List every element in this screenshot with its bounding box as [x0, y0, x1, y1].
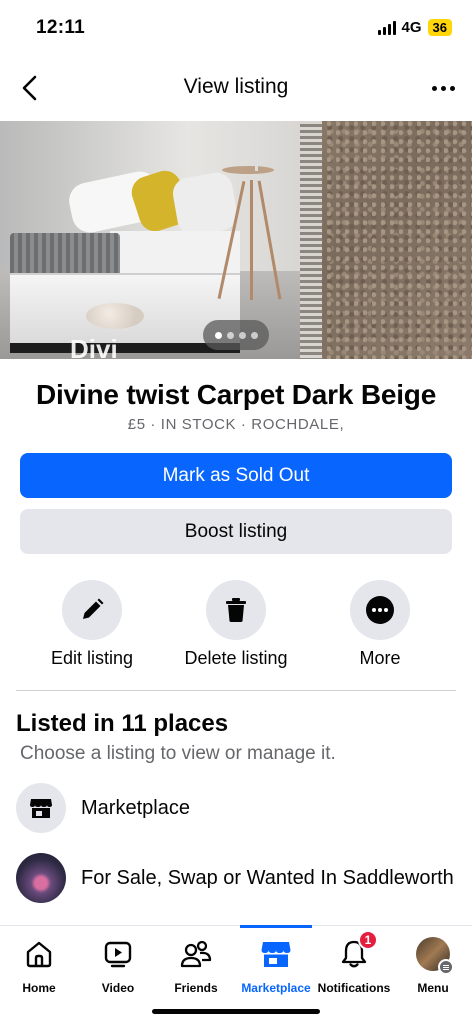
places-title: Listed in 11 places: [16, 710, 229, 737]
boost-listing-button[interactable]: Boost listing: [20, 509, 452, 554]
profile-avatar: [416, 937, 454, 975]
nav-friends[interactable]: Friends: [156, 936, 236, 995]
nav-home-label: Home: [22, 981, 56, 995]
group-avatar: [16, 853, 66, 903]
status-bar: 12:11 4G 36: [0, 0, 472, 56]
carousel-dot-4[interactable]: [250, 331, 258, 339]
home-icon: [21, 936, 57, 972]
dot-icon: [440, 85, 446, 91]
place-item-saddleworth-group[interactable]: For Sale, Swap or Wanted In Saddleworth: [16, 853, 456, 903]
pencil-icon: [83, 598, 104, 619]
top-header: View listing: [0, 60, 472, 116]
carousel-dot-2[interactable]: [226, 331, 234, 339]
nav-friends-label: Friends: [174, 981, 218, 995]
listing-meta: £5 · IN STOCK · ROCHDALE,: [127, 416, 345, 433]
page-title: View listing: [183, 75, 289, 98]
more-button[interactable]: [350, 580, 410, 640]
carousel-dot-1[interactable]: [214, 331, 222, 339]
friends-icon: [178, 936, 214, 972]
carpet-edge: [300, 121, 322, 359]
edit-listing-button[interactable]: [62, 580, 122, 640]
store-icon: [16, 783, 66, 833]
active-tab-indicator: [240, 925, 312, 928]
delete-listing-action[interactable]: Delete listing: [161, 580, 311, 669]
dot-icon: [431, 85, 437, 91]
notification-badge: 1: [358, 930, 378, 950]
bottom-navigation: Home Video Friends Marketplace 1 Notific…: [0, 925, 472, 1024]
slippers-image: [86, 303, 144, 329]
hamburger-icon: [438, 959, 454, 975]
home-indicator: [152, 1009, 320, 1014]
bell-icon: 1: [336, 930, 378, 972]
nav-video[interactable]: Video: [78, 936, 158, 995]
battery-icon: 36: [427, 19, 452, 36]
nav-notifications[interactable]: 1 Notifications: [314, 930, 394, 995]
photo-overlay-text: Divi: [70, 334, 118, 364]
nav-marketplace[interactable]: Marketplace: [236, 936, 316, 995]
listing-actions: Edit listing Delete listing More: [0, 580, 472, 675]
carousel-pagination[interactable]: [203, 320, 269, 350]
side-table: [222, 166, 274, 174]
trash-icon: [226, 598, 246, 622]
marketplace-icon: [258, 936, 294, 972]
nav-menu-label: Menu: [417, 981, 449, 995]
edit-listing-action[interactable]: Edit listing: [17, 580, 167, 669]
place-label: For Sale, Swap or Wanted In Saddleworth: [81, 866, 454, 889]
place-item-marketplace[interactable]: Marketplace: [16, 783, 456, 833]
more-circle-icon: [366, 596, 394, 624]
lamp-pole: [255, 121, 258, 171]
delete-listing-button[interactable]: [206, 580, 266, 640]
status-time: 12:11: [36, 17, 86, 38]
edit-listing-label: Edit listing: [50, 648, 134, 668]
more-label: More: [359, 648, 401, 668]
places-subtitle: Choose a listing to view or manage it.: [20, 743, 336, 764]
more-options-button[interactable]: [428, 74, 458, 102]
menu-icon: [415, 936, 454, 975]
listing-photo-carpet: [300, 121, 472, 359]
table-leg: [250, 180, 253, 300]
nav-video-label: Video: [101, 981, 135, 995]
dot-icon: [449, 85, 455, 91]
network-type: 4G: [401, 19, 422, 36]
mark-sold-out-button[interactable]: Mark as Sold Out: [20, 453, 452, 498]
status-indicators: 4G 36: [377, 19, 452, 36]
listing-photo-room: [0, 121, 312, 359]
nav-home[interactable]: Home: [0, 936, 79, 995]
more-action[interactable]: More: [305, 580, 455, 669]
video-icon: [100, 936, 136, 972]
nav-marketplace-label: Marketplace: [241, 981, 311, 995]
section-divider: [16, 690, 456, 691]
nav-menu[interactable]: Menu: [393, 936, 472, 995]
carousel-dot-3[interactable]: [238, 331, 246, 339]
signal-icon: [377, 20, 396, 35]
delete-listing-label: Delete listing: [184, 648, 288, 668]
listing-title: Divine twist Carpet Dark Beige: [35, 379, 437, 410]
place-label: Marketplace: [81, 796, 190, 819]
nav-notifications-label: Notifications: [317, 981, 391, 995]
